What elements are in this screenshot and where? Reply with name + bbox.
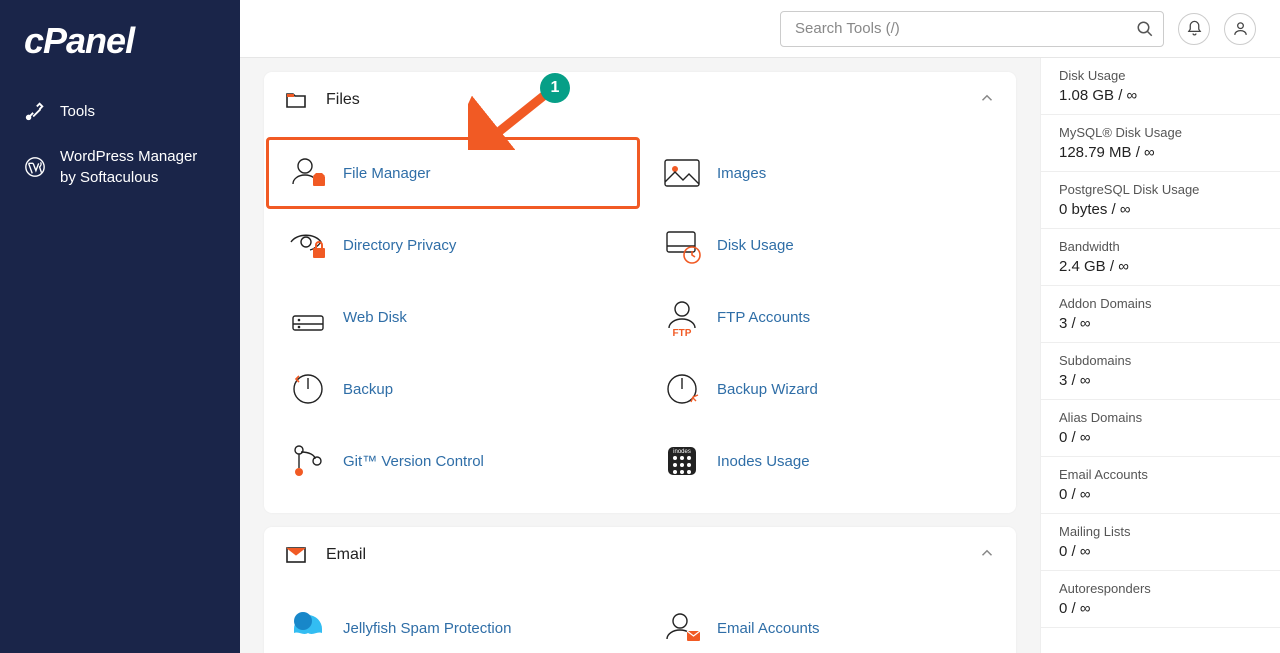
eye-lock-icon [287,224,329,266]
account-button[interactable] [1224,13,1256,45]
svg-text:inodes: inodes [673,449,691,455]
ftp-user-icon: FTP [661,296,703,338]
tool-label: Email Accounts [717,620,820,637]
stat-label: Disk Usage [1059,68,1262,83]
stat-row[interactable]: Addon Domains 3 / ∞ [1041,286,1280,343]
section-header[interactable]: Files [264,72,1016,129]
stat-label: Autoresponders [1059,581,1262,596]
stat-value: 3 / ∞ [1059,315,1262,332]
tool-item[interactable]: Web Disk [266,281,640,353]
sidebar-item-wordpress[interactable]: WordPress Manager by Softaculous [0,134,240,200]
content-row: Files File Manager Images Directory Privacy… [240,58,1280,653]
tool-label: Web Disk [343,309,407,326]
tool-label: Git™ Version Control [343,453,484,470]
inodes-icon: inodes [661,440,703,482]
tool-item[interactable]: Backup Wizard [640,353,1014,425]
stat-row[interactable]: MySQL® Disk Usage 128.79 MB / ∞ [1041,115,1280,172]
jellyfish-icon [287,607,329,649]
section-title: Files [326,91,978,109]
stat-value: 0 / ∞ [1059,543,1262,560]
tool-item[interactable]: Backup [266,353,640,425]
stat-value: 0 bytes / ∞ [1059,201,1262,218]
tool-label: Backup Wizard [717,381,818,398]
stat-label: Subdomains [1059,353,1262,368]
stat-label: Email Accounts [1059,467,1262,482]
stat-value: 0 / ∞ [1059,486,1262,503]
stat-row[interactable]: Mailing Lists 0 / ∞ [1041,514,1280,571]
stat-value: 1.08 GB / ∞ [1059,87,1262,104]
chevron-up-icon [978,544,996,567]
sidebar-item-label: Tools [60,101,216,122]
tool-item[interactable]: Images [640,137,1014,209]
stat-label: Mailing Lists [1059,524,1262,539]
folder-icon [284,88,308,112]
stat-label: Bandwidth [1059,239,1262,254]
stats-column: Disk Usage 1.08 GB / ∞ MySQL® Disk Usage 12… [1040,58,1280,653]
tool-label: Inodes Usage [717,453,810,470]
tool-label: Backup [343,381,393,398]
chevron-up-icon [978,89,996,112]
user-icon [1232,20,1249,37]
bell-icon [1186,20,1203,37]
stat-row[interactable]: Disk Usage 1.08 GB / ∞ [1041,58,1280,115]
wordpress-icon [24,156,46,178]
brand-logo: cPanel [0,20,240,88]
mail-icon [284,543,308,567]
stat-value: 2.4 GB / ∞ [1059,258,1262,275]
tools-grid: Jellyfish Spam ProtectionEmail AccountsF… [264,584,1016,653]
stat-row[interactable]: Alias Domains 0 / ∞ [1041,400,1280,457]
search-container [780,11,1164,47]
backup-wizard-icon [661,368,703,410]
tool-label: Images [717,165,766,182]
tool-item[interactable]: inodes Inodes Usage [640,425,1014,497]
main-area: Files File Manager Images Directory Privacy… [240,0,1280,653]
wrench-icon [24,100,46,122]
stat-row[interactable]: Subdomains 3 / ∞ [1041,343,1280,400]
section-header[interactable]: Email [264,527,1016,584]
section-panel: Files File Manager Images Directory Privacy… [264,72,1016,513]
tool-item[interactable]: Directory Privacy [266,209,640,281]
tools-column: Files File Manager Images Directory Privacy… [240,58,1040,653]
tool-label: Disk Usage [717,237,794,254]
stat-label: Alias Domains [1059,410,1262,425]
tool-label: Directory Privacy [343,237,456,254]
section-title: Email [326,546,978,564]
tools-grid: File Manager Images Directory Privacy Disk … [264,129,1016,513]
user-folder-icon [287,152,329,194]
stat-value: 128.79 MB / ∞ [1059,144,1262,161]
tool-label: File Manager [343,165,431,182]
section-panel: Email Jellyfish Spam Protection Email Acco… [264,527,1016,653]
stat-row[interactable]: PostgreSQL Disk Usage 0 bytes / ∞ [1041,172,1280,229]
stat-value: 0 / ∞ [1059,600,1262,617]
sidebar: cPanel Tools WordPress Manager by Softac… [0,0,240,653]
tool-item[interactable]: Git™ Version Control [266,425,640,497]
git-icon [287,440,329,482]
top-bar [240,0,1280,58]
stat-label: Addon Domains [1059,296,1262,311]
picture-icon [661,152,703,194]
search-input[interactable] [780,11,1164,47]
web-disk-icon [287,296,329,338]
tool-item[interactable]: Email Accounts [640,592,1014,653]
email-user-icon [661,607,703,649]
tool-item[interactable]: File Manager [266,137,640,209]
stat-row[interactable]: Bandwidth 2.4 GB / ∞ [1041,229,1280,286]
stat-value: 3 / ∞ [1059,372,1262,389]
stat-label: PostgreSQL Disk Usage [1059,182,1262,197]
stat-label: MySQL® Disk Usage [1059,125,1262,140]
tool-label: Jellyfish Spam Protection [343,620,511,637]
notifications-button[interactable] [1178,13,1210,45]
svg-text:FTP: FTP [673,328,692,338]
stat-row[interactable]: Autoresponders 0 / ∞ [1041,571,1280,628]
tool-item[interactable]: Jellyfish Spam Protection [266,592,640,653]
tool-label: FTP Accounts [717,309,810,326]
tool-item[interactable]: Disk Usage [640,209,1014,281]
stat-row[interactable]: Email Accounts 0 / ∞ [1041,457,1280,514]
disk-clock-icon [661,224,703,266]
stat-value: 0 / ∞ [1059,429,1262,446]
backup-icon [287,368,329,410]
sidebar-item-tools[interactable]: Tools [0,88,240,134]
tool-item[interactable]: FTP FTP Accounts [640,281,1014,353]
sidebar-item-label: WordPress Manager by Softaculous [60,146,216,188]
